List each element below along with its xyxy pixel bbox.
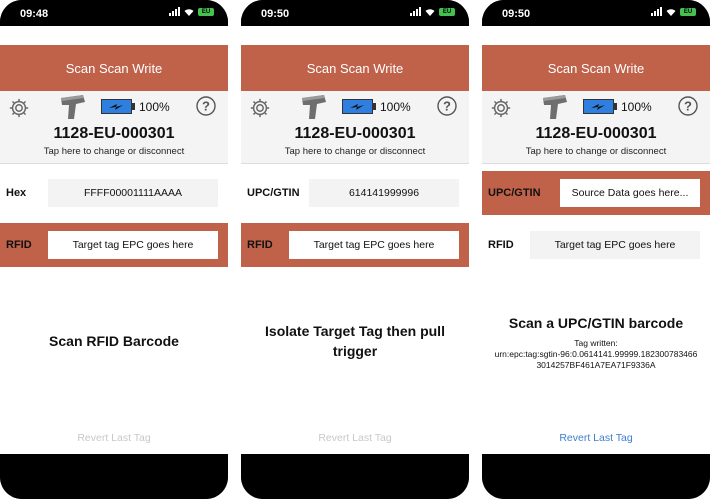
- field-rfid[interactable]: RFID Target tag EPC goes here: [0, 223, 228, 267]
- status-bar: 09:50 EU: [241, 0, 469, 26]
- nav-title: Scan Scan Write: [482, 45, 710, 91]
- device-id[interactable]: 1128-EU-000301: [0, 123, 228, 145]
- tap-hint[interactable]: Tap here to change or disconnect: [241, 145, 469, 164]
- field-upc-gtin[interactable]: UPC/GTIN Source Data goes here...: [482, 171, 710, 215]
- field-value[interactable]: FFFF00001111AAAA: [48, 179, 218, 207]
- device-row[interactable]: 100% ?: [482, 91, 710, 123]
- device-battery-icon: [583, 99, 617, 114]
- phone-screen-3: 09:50 EU Scan Scan Write 100% ? 1128-EU-…: [482, 0, 710, 499]
- field-label: RFID: [488, 239, 514, 251]
- phone-screen-2: 09:50 EU Scan Scan Write 100% ? 1128-EU-…: [241, 0, 469, 499]
- tag-written-label: Tag written:: [574, 338, 618, 348]
- app-screen: Scan Scan Write 100% ? 1128-EU-000301 Ta…: [482, 26, 710, 454]
- gear-icon[interactable]: [249, 97, 271, 119]
- phone-screen-1: 09:48 EU Scan Scan Write 100% ? 1128-EU-…: [0, 0, 228, 499]
- device-id[interactable]: 1128-EU-000301: [241, 123, 469, 145]
- cellular-signal-icon: [651, 7, 662, 16]
- rfid-scanner-icon: [302, 95, 326, 119]
- tag-written-uri: urn:epc:tag:sgtin-96:0.0614141.99999.182…: [494, 349, 698, 359]
- device-battery-icon: [101, 99, 135, 114]
- cellular-signal-icon: [410, 7, 421, 16]
- status-time: 09:50: [502, 8, 531, 20]
- phone-battery-icon: EU: [198, 7, 214, 16]
- tap-hint[interactable]: Tap here to change or disconnect: [482, 145, 710, 164]
- device-battery-percent: 100%: [139, 100, 170, 114]
- status-time: 09:48: [20, 8, 49, 20]
- tag-written-hex: 3014257BF461A7EA71F9336A: [536, 360, 656, 370]
- phone-battery-icon: EU: [439, 7, 455, 16]
- field-label: RFID: [6, 239, 32, 251]
- help-icon[interactable]: ?: [196, 96, 216, 116]
- field-rfid[interactable]: RFID Target tag EPC goes here: [241, 223, 469, 267]
- field-hex[interactable]: Hex FFFF00001111AAAA: [0, 171, 228, 215]
- device-battery-percent: 100%: [380, 100, 411, 114]
- status-time: 09:50: [261, 8, 290, 20]
- status-bar: 09:50 EU: [482, 0, 710, 26]
- field-rfid[interactable]: RFID Target tag EPC goes here: [482, 223, 710, 267]
- cellular-signal-icon: [169, 7, 180, 16]
- nav-title: Scan Scan Write: [241, 45, 469, 91]
- wifi-icon: [666, 8, 676, 16]
- field-label: UPC/GTIN: [488, 187, 541, 199]
- device-id[interactable]: 1128-EU-000301: [482, 123, 710, 145]
- field-value[interactable]: Source Data goes here...: [560, 179, 700, 207]
- tap-hint[interactable]: Tap here to change or disconnect: [0, 145, 228, 164]
- gear-icon[interactable]: [8, 97, 30, 119]
- device-battery-percent: 100%: [621, 100, 652, 114]
- field-value[interactable]: Target tag EPC goes here: [530, 231, 700, 259]
- field-label: UPC/GTIN: [247, 187, 300, 199]
- nav-title: Scan Scan Write: [0, 45, 228, 91]
- status-bar: 09:48 EU: [0, 0, 228, 26]
- field-value[interactable]: 614141999996: [309, 179, 459, 207]
- help-icon[interactable]: ?: [437, 96, 457, 116]
- device-row[interactable]: 100% ?: [241, 91, 469, 123]
- rfid-scanner-icon: [61, 95, 85, 119]
- help-icon[interactable]: ?: [678, 96, 698, 116]
- revert-last-tag-button[interactable]: Revert Last Tag: [0, 432, 228, 444]
- svg-text:?: ?: [202, 99, 210, 114]
- device-battery-icon: [342, 99, 376, 114]
- revert-last-tag-button[interactable]: Revert Last Tag: [482, 432, 710, 444]
- wifi-icon: [184, 8, 194, 16]
- rfid-scanner-icon: [543, 95, 567, 119]
- field-value[interactable]: Target tag EPC goes here: [48, 231, 218, 259]
- field-upc-gtin[interactable]: UPC/GTIN 614141999996: [241, 171, 469, 215]
- app-screen: Scan Scan Write 100% ? 1128-EU-000301 Ta…: [241, 26, 469, 454]
- field-value[interactable]: Target tag EPC goes here: [289, 231, 459, 259]
- phone-battery-icon: EU: [680, 7, 696, 16]
- revert-last-tag-button[interactable]: Revert Last Tag: [241, 432, 469, 444]
- instruction-message: Scan RFID Barcode: [49, 333, 179, 349]
- svg-text:?: ?: [684, 99, 692, 114]
- gear-icon[interactable]: [490, 97, 512, 119]
- instruction-message: Isolate Target Tag then pull trigger: [265, 323, 445, 359]
- field-label: Hex: [6, 187, 27, 199]
- wifi-icon: [425, 8, 435, 16]
- app-screen: Scan Scan Write 100% ? 1128-EU-000301 Ta…: [0, 26, 228, 454]
- instruction-message: Scan a UPC/GTIN barcode: [508, 315, 684, 331]
- field-label: RFID: [247, 239, 273, 251]
- svg-text:?: ?: [443, 99, 451, 114]
- device-row[interactable]: 100% ?: [0, 91, 228, 123]
